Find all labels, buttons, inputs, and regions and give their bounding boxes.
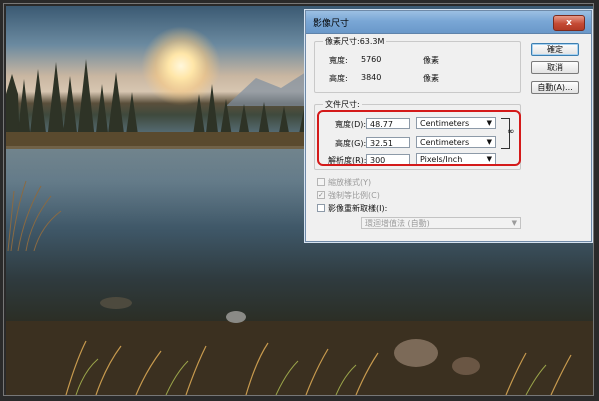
foreground-grass-rocks	[6, 297, 593, 395]
scale-styles-checkbox[interactable]	[317, 178, 325, 186]
constrain-proportions-label: 強制等比例(C)	[328, 191, 380, 200]
resample-label: 影像重新取樣(I):	[328, 204, 388, 213]
resample-checkbox[interactable]	[317, 204, 325, 212]
pixel-width-unit: 像素	[423, 56, 439, 65]
pixel-width-value: 5760	[361, 55, 382, 64]
image-size-dialog: 影像尺寸 x 像素尺寸:63.3M 寬度: 5760 像素 高度: 3840 像…	[305, 10, 592, 242]
close-button[interactable]: x	[553, 15, 585, 31]
ok-button[interactable]: 確定	[531, 43, 579, 56]
red-highlight-box	[317, 110, 521, 166]
scale-styles-label: 縮放樣式(Y)	[328, 178, 372, 187]
auto-button[interactable]: 自動(A)...	[531, 81, 579, 94]
cancel-button[interactable]: 取消	[531, 61, 579, 74]
pixel-width-label: 寬度:	[329, 56, 348, 65]
tree-line	[6, 59, 326, 149]
document-size-label: 文件尺寸:	[323, 99, 362, 110]
pixel-dimensions-group: 像素尺寸:63.3M 寬度: 5760 像素 高度: 3840 像素	[314, 36, 521, 93]
resample-method-select[interactable]: 環迴增值法 (自動) ▼	[361, 217, 521, 229]
dropdown-arrow-icon: ▼	[511, 219, 517, 227]
pixel-height-label: 高度:	[329, 74, 348, 83]
dialog-titlebar[interactable]: 影像尺寸 x	[306, 11, 591, 34]
constrain-proportions-checkbox[interactable]: ✓	[317, 191, 325, 199]
pixel-height-unit: 像素	[423, 74, 439, 83]
pixel-height-value: 3840	[361, 73, 382, 82]
pixel-dimensions-label: 像素尺寸:63.3M	[323, 36, 387, 47]
resample-method-value: 環迴增值法 (自動)	[365, 219, 430, 228]
dialog-title: 影像尺寸	[313, 19, 350, 29]
left-grass	[7, 180, 62, 251]
